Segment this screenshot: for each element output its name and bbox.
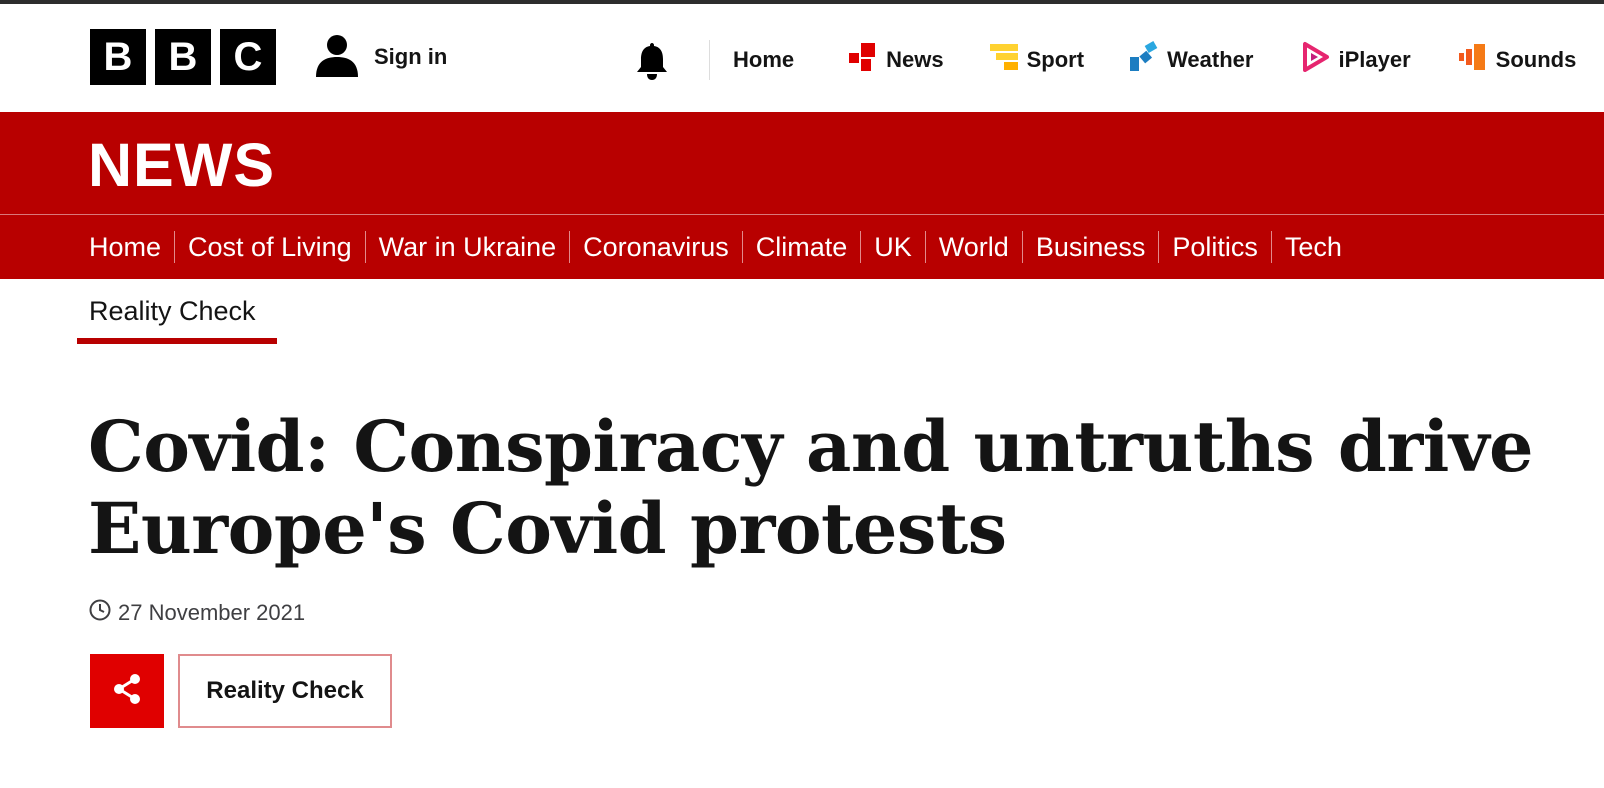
section-nav: Home Cost of Living War in Ukraine Coron… bbox=[0, 215, 1604, 279]
logo-block: C bbox=[220, 29, 276, 85]
topic-tag-button[interactable]: Reality Check bbox=[178, 654, 392, 728]
user-icon bbox=[314, 31, 360, 82]
sign-in-link[interactable]: Sign in bbox=[314, 31, 447, 82]
weather-icon bbox=[1128, 41, 1160, 79]
section-nav-item[interactable]: Tech bbox=[1270, 231, 1355, 263]
logo-block: B bbox=[90, 29, 146, 85]
section-nav-item[interactable]: Climate bbox=[741, 231, 861, 263]
global-nav-label: News bbox=[886, 47, 944, 72]
global-masthead: B B C Sign in Home News Sport Weather iP… bbox=[0, 4, 1604, 112]
iplayer-icon bbox=[1299, 41, 1331, 79]
global-nav: Home News Sport Weather iPlayer Sounds bbox=[733, 40, 1576, 80]
section-nav-item[interactable]: UK bbox=[860, 231, 925, 263]
global-nav-iplayer[interactable]: iPlayer bbox=[1299, 41, 1411, 79]
sport-icon bbox=[988, 41, 1020, 79]
subnav-reality-check-tab[interactable]: Reality Check bbox=[77, 294, 277, 346]
article-headline: Covid: Conspiracy and untruths drive Eur… bbox=[88, 405, 1534, 570]
masthead-divider bbox=[709, 40, 710, 80]
section-nav-item[interactable]: Home bbox=[76, 231, 174, 263]
subnav-label: Reality Check bbox=[89, 296, 256, 326]
section-nav-item[interactable]: Politics bbox=[1158, 231, 1271, 263]
section-nav-item[interactable]: Business bbox=[1021, 231, 1159, 263]
section-nav-item[interactable]: War in Ukraine bbox=[364, 231, 570, 263]
global-nav-home[interactable]: Home bbox=[733, 47, 794, 73]
section-nav-item[interactable]: Coronavirus bbox=[569, 231, 742, 263]
bbc-logo[interactable]: B B C bbox=[90, 29, 276, 85]
global-nav-news[interactable]: News bbox=[847, 41, 944, 79]
global-nav-label: Sounds bbox=[1495, 47, 1577, 72]
clock-icon bbox=[88, 598, 112, 628]
active-tab-indicator bbox=[77, 338, 277, 344]
news-logo[interactable]: NEWS bbox=[88, 130, 275, 200]
logo-block: B bbox=[155, 29, 211, 85]
sounds-icon bbox=[1457, 41, 1489, 79]
sign-in-label: Sign in bbox=[374, 43, 448, 69]
article-date: 27 November 2021 bbox=[118, 600, 306, 625]
global-nav-label: Home bbox=[733, 47, 795, 72]
global-nav-label: Weather bbox=[1167, 47, 1254, 72]
global-nav-sounds[interactable]: Sounds bbox=[1457, 41, 1577, 79]
article-dateline: 27 November 2021 bbox=[88, 598, 305, 628]
global-nav-label: Sport bbox=[1026, 47, 1085, 72]
section-nav-item[interactable]: World bbox=[924, 231, 1022, 263]
section-nav-item[interactable]: Cost of Living bbox=[174, 231, 365, 263]
share-button[interactable] bbox=[90, 654, 164, 728]
news-icon bbox=[847, 41, 879, 79]
global-nav-label: iPlayer bbox=[1338, 47, 1411, 72]
share-icon bbox=[110, 672, 144, 711]
news-banner: NEWS bbox=[0, 112, 1604, 214]
global-nav-weather[interactable]: Weather bbox=[1128, 41, 1253, 79]
global-nav-sport[interactable]: Sport bbox=[988, 41, 1084, 79]
notifications-bell-icon[interactable] bbox=[632, 40, 672, 82]
